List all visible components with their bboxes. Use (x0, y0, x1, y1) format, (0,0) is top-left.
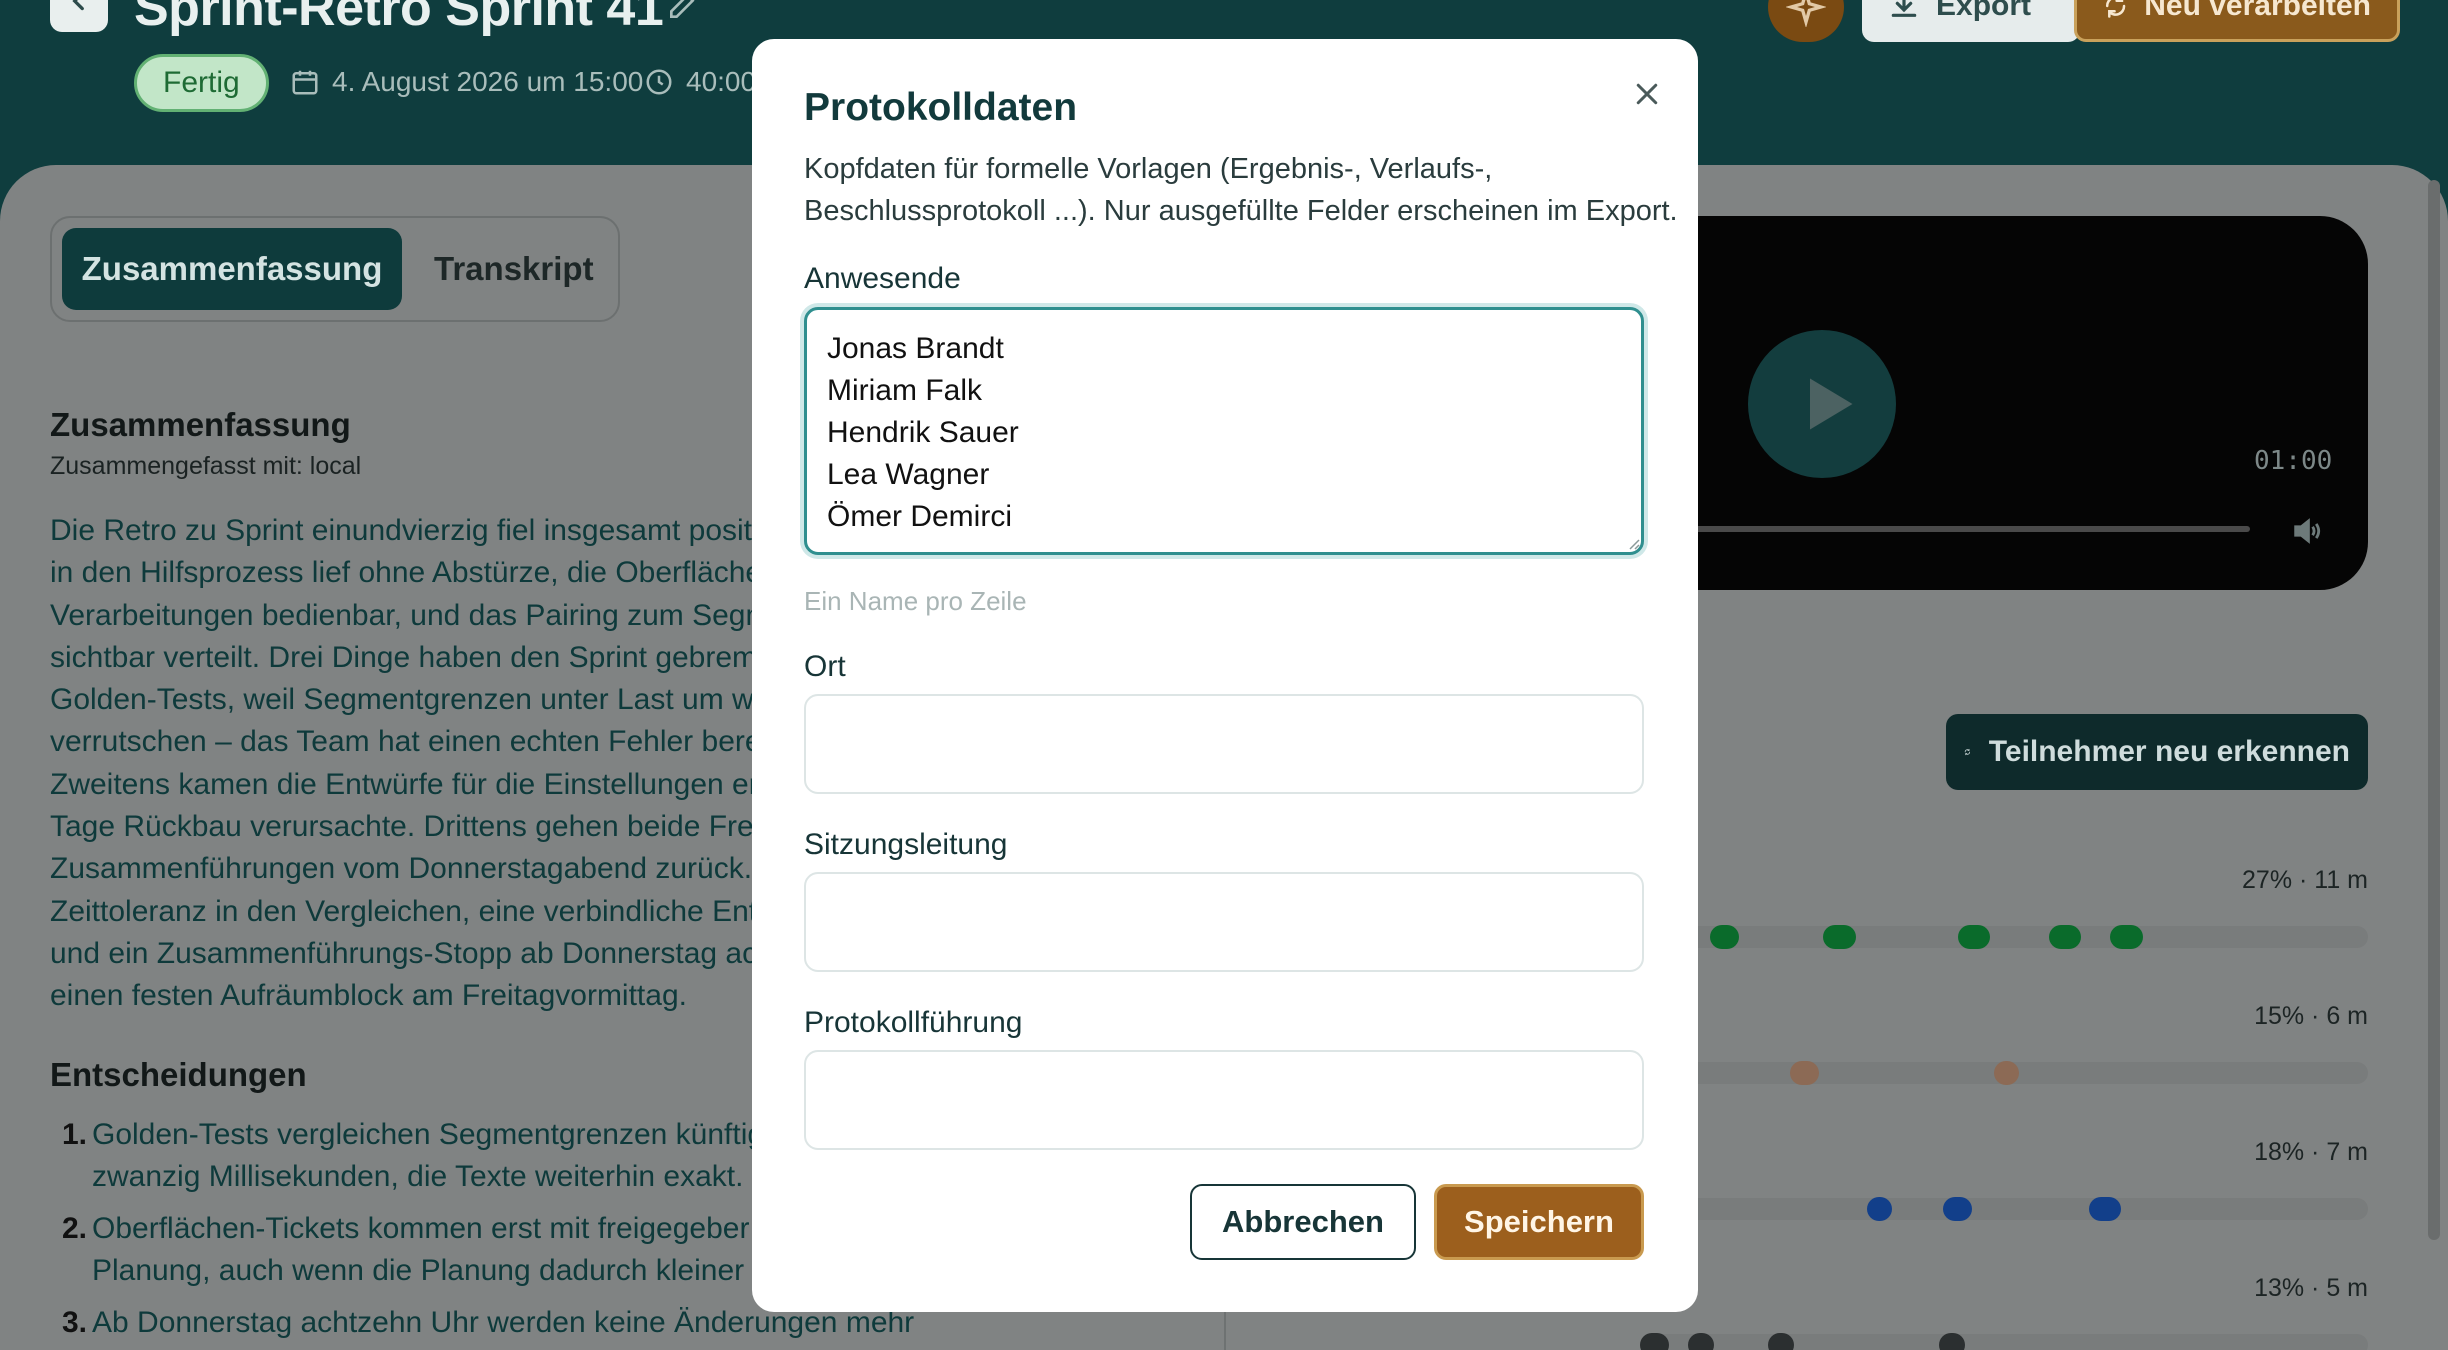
location-label: Ort (804, 650, 846, 683)
summary-heading: Zusammenfassung (50, 406, 351, 443)
video-time: 01:00 (2254, 446, 2333, 476)
meeting-date-text: 4. August 2026 um 15:00 (332, 66, 644, 97)
speaker-segment[interactable] (1688, 1333, 1714, 1350)
attendees-label: Anwesende (804, 262, 961, 295)
close-icon (1636, 83, 1658, 105)
meeting-duration-text: 40:00 (686, 66, 757, 97)
tab-transcript[interactable]: Transkript (410, 228, 618, 310)
speaker-segment[interactable] (1939, 1333, 1965, 1350)
calendar-icon (292, 70, 318, 95)
speaker-segment[interactable] (2048, 925, 2082, 949)
chair-input[interactable] (804, 872, 1644, 972)
save-button[interactable]: Speichern (1434, 1184, 1644, 1260)
video-progress-bar[interactable] (1640, 526, 2250, 532)
download-icon (1891, 0, 1917, 17)
clock-icon (646, 69, 672, 95)
refresh-icon (2105, 0, 2126, 18)
speaker-track[interactable] (1640, 925, 2368, 949)
speaker-segment[interactable] (1866, 1197, 1892, 1221)
refresh-icon (1964, 748, 1970, 756)
speaker-stat: 13% · 5 m (2254, 1274, 2368, 1302)
play-button[interactable] (1748, 330, 1896, 478)
dialog-description: Kopfdaten für formelle Vorlagen (Ergebni… (804, 153, 1678, 227)
assistant-logo[interactable] (1768, 0, 1844, 42)
status-badge: Fertig (134, 54, 269, 112)
scrollbar[interactable] (2428, 180, 2440, 1240)
speaker-segment[interactable] (1640, 1333, 1670, 1350)
reidentify-speakers-button[interactable]: Teilnehmer neu erkennen (1946, 714, 2368, 790)
speaker-segment[interactable] (1790, 1061, 1820, 1085)
speaker-track[interactable] (1640, 1197, 2368, 1221)
pencil-icon[interactable] (666, 0, 698, 22)
speaker-segment[interactable] (2110, 925, 2144, 949)
speaker-stat: 15% · 6 m (2254, 1002, 2368, 1030)
speaker-track[interactable] (1640, 1333, 2368, 1350)
close-button[interactable] (1625, 72, 1669, 116)
speaker-segment[interactable] (1942, 1197, 1973, 1221)
dialog-title: Protokolldaten (804, 86, 1078, 129)
speaker-stat: 27% · 11 m (2242, 866, 2368, 894)
view-tabs: Zusammenfassung Transkript (50, 216, 620, 322)
chevron-left-icon (72, 0, 84, 11)
play-icon (1810, 378, 1853, 430)
meeting-date: 4. August 2026 um 15:00 (290, 66, 643, 98)
summary-model: Zusammengefasst mit: local (50, 452, 362, 480)
speaker-segment[interactable] (1710, 925, 1740, 949)
speaker-segment[interactable] (1957, 925, 1991, 949)
speaker-segment[interactable] (2088, 1197, 2122, 1221)
speaker-track[interactable] (1640, 1061, 2368, 1085)
speaker-segment[interactable] (1993, 1061, 2020, 1085)
decisions-heading: Entscheidungen (50, 1056, 307, 1093)
export-button[interactable]: Export (1862, 0, 2080, 42)
resize-handle-icon[interactable] (1626, 536, 1640, 550)
speaker-stat: 18% · 7 m (2254, 1138, 2368, 1166)
speaker-segment[interactable] (1768, 1333, 1794, 1350)
volume-icon[interactable] (2290, 514, 2324, 548)
summary-text: Die Retro zu Sprint einundvierzig fiel i… (50, 514, 781, 1013)
reprocess-button[interactable]: Neu verarbeiten (2074, 0, 2400, 42)
back-button[interactable] (50, 0, 108, 32)
attendees-textarea[interactable] (804, 307, 1644, 555)
sparkle-icon (1786, 0, 1826, 27)
meeting-duration: 40:00 (644, 66, 756, 98)
tab-summary[interactable]: Zusammenfassung (62, 228, 402, 310)
attendees-hint: Ein Name pro Zeile (804, 586, 1027, 616)
chair-label: Sitzungsleitung (804, 828, 1008, 861)
minutes-taker-label: Protokollführung (804, 1006, 1023, 1039)
page-title: Sprint-Retro Sprint 41 (134, 0, 664, 37)
speaker-segment[interactable] (1822, 925, 1856, 949)
location-input[interactable] (804, 694, 1644, 794)
cancel-button[interactable]: Abbrechen (1190, 1184, 1416, 1260)
minutes-taker-input[interactable] (804, 1050, 1644, 1150)
